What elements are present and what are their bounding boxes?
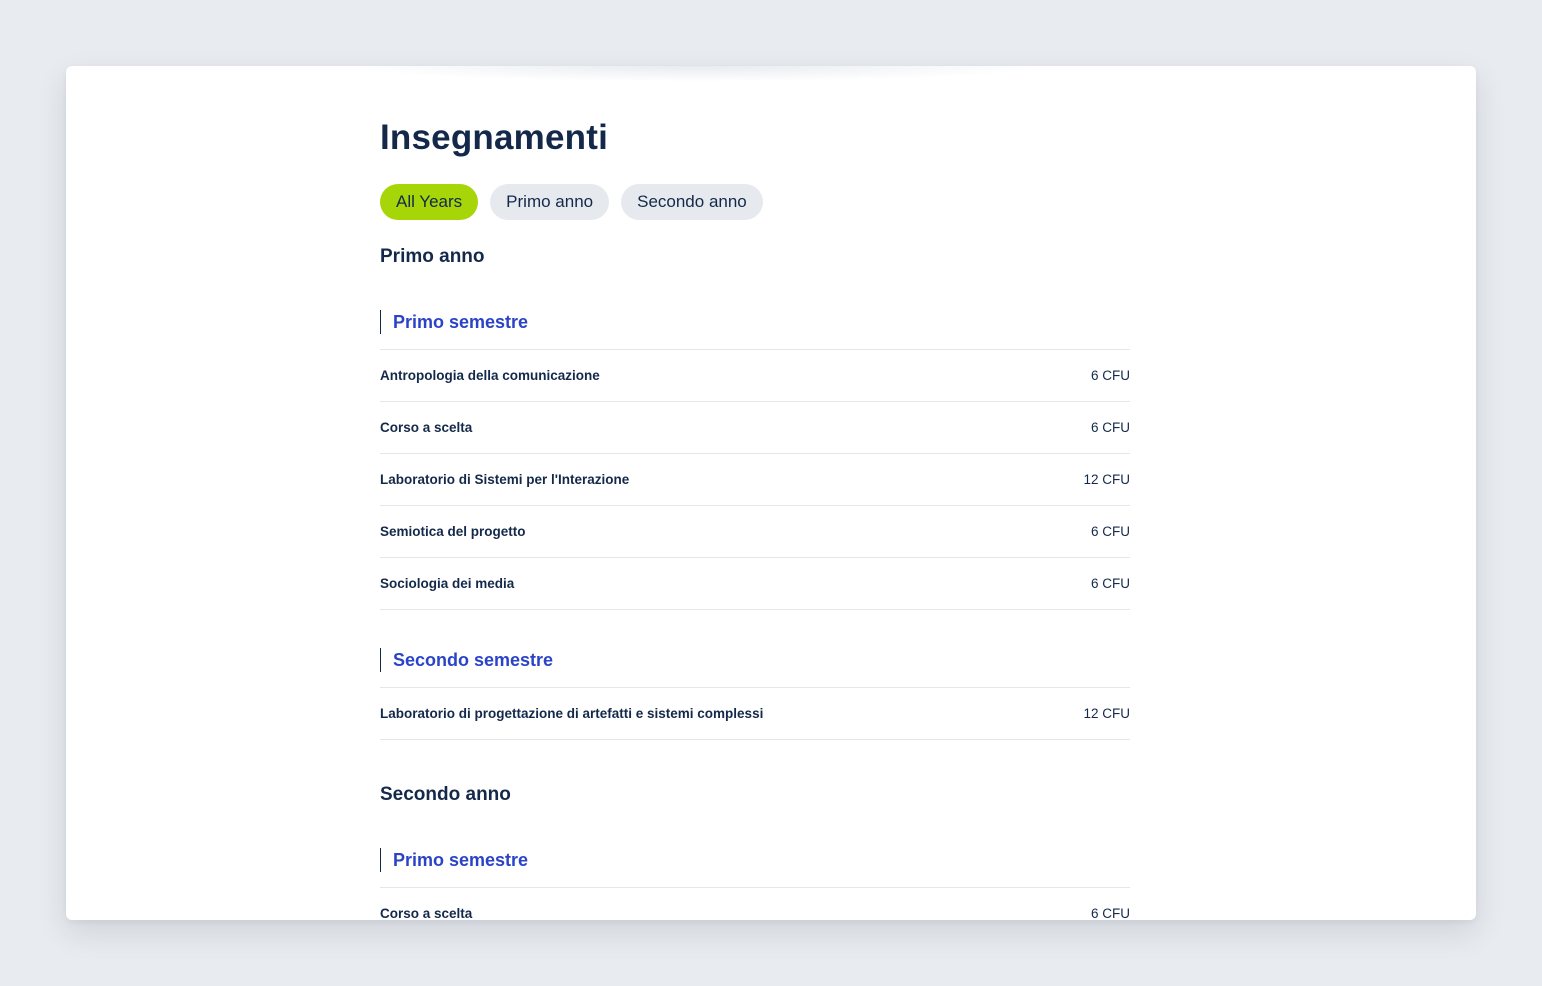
course-credits: 12 CFU <box>1083 706 1130 721</box>
semester-section: Secondo semestre Laboratorio di progetta… <box>380 648 1130 740</box>
filter-chip-primo-anno[interactable]: Primo anno <box>490 184 610 220</box>
course-credits: 6 CFU <box>1090 576 1130 591</box>
course-row[interactable]: Corso a scelta 6 CFU <box>380 402 1130 454</box>
semester-heading: Secondo semestre <box>380 648 1130 672</box>
year-filter-bar: All Years Primo anno Secondo anno <box>380 184 763 220</box>
course-credits: 6 CFU <box>1090 368 1130 383</box>
course-row[interactable]: Laboratorio di progettazione di artefatt… <box>380 688 1130 740</box>
course-credits: 12 CFU <box>1083 472 1130 487</box>
semester-heading: Primo semestre <box>380 848 1130 872</box>
course-name: Laboratorio di Sistemi per l'Interazione <box>380 472 630 487</box>
semester-section: Primo semestre Antropologia della comuni… <box>380 310 1130 610</box>
course-row[interactable]: Corso a scelta 6 CFU <box>380 888 1130 920</box>
year-section-primo-anno: Primo anno Primo semestre Antropologia d… <box>380 242 1130 740</box>
year-section-secondo-anno: Secondo anno Primo semestre Corso a scel… <box>380 780 1130 920</box>
course-row[interactable]: Antropologia della comunicazione 6 CFU <box>380 350 1130 402</box>
year-heading: Primo anno <box>380 246 485 267</box>
course-name: Sociologia dei media <box>380 576 515 591</box>
course-name: Laboratorio di progettazione di artefatt… <box>380 706 764 721</box>
year-heading: Secondo anno <box>380 784 511 805</box>
course-credits: 6 CFU <box>1090 524 1130 539</box>
page-title: Insegnamenti <box>380 118 609 157</box>
course-rows: Antropologia della comunicazione 6 CFU C… <box>380 349 1130 610</box>
main-card: Insegnamenti All Years Primo anno Second… <box>66 66 1476 920</box>
course-row[interactable]: Semiotica del progetto 6 CFU <box>380 506 1130 558</box>
course-rows: Laboratorio di progettazione di artefatt… <box>380 687 1130 740</box>
course-list: Primo anno Primo semestre Antropologia d… <box>380 242 1130 920</box>
filter-chip-all-years[interactable]: All Years <box>380 184 479 220</box>
course-name: Corso a scelta <box>380 420 473 435</box>
course-credits: 6 CFU <box>1090 906 1130 920</box>
semester-heading: Primo semestre <box>380 310 1130 334</box>
top-shadow-fade <box>346 66 1046 82</box>
course-credits: 6 CFU <box>1090 420 1130 435</box>
course-row[interactable]: Sociologia dei media 6 CFU <box>380 558 1130 610</box>
course-name: Semiotica del progetto <box>380 524 526 539</box>
course-name: Corso a scelta <box>380 906 473 920</box>
course-rows: Corso a scelta 6 CFU <box>380 887 1130 920</box>
filter-chip-secondo-anno[interactable]: Secondo anno <box>621 184 763 220</box>
semester-section: Primo semestre Corso a scelta 6 CFU <box>380 848 1130 920</box>
course-name: Antropologia della comunicazione <box>380 368 600 383</box>
course-row[interactable]: Laboratorio di Sistemi per l'Interazione… <box>380 454 1130 506</box>
